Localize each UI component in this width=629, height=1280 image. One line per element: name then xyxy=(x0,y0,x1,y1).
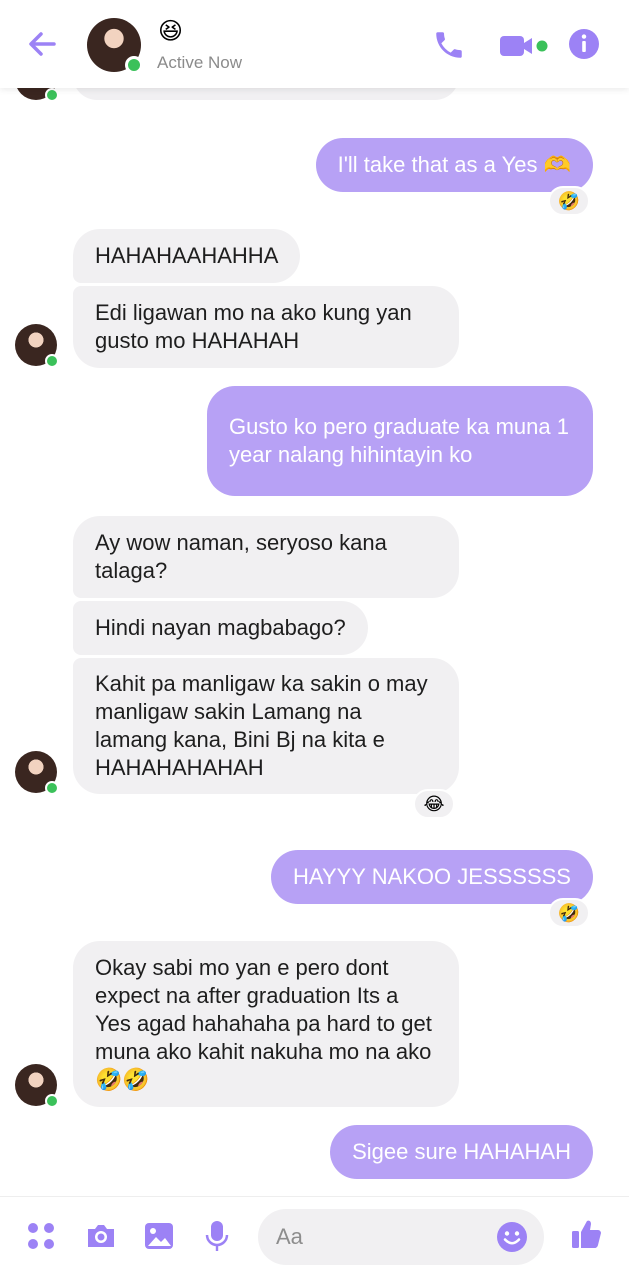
contact-avatar-small xyxy=(15,1064,59,1108)
contact-avatar-small xyxy=(15,324,59,368)
online-indicator xyxy=(45,354,59,368)
reaction-badge[interactable]: 😂 xyxy=(413,789,455,819)
message-bubble-outgoing[interactable]: Gusto ko pero graduate ka muna 1 year na… xyxy=(207,386,593,496)
status-emoji: 😆 xyxy=(158,18,184,45)
message-text: Edi ligawan mo na ako kung yan gusto mo … xyxy=(95,300,412,353)
contact-avatar-small xyxy=(15,88,59,102)
video-call-icon[interactable] xyxy=(498,32,550,60)
message-bubble-outgoing[interactable]: I'll take that as a Yes 🫶 xyxy=(315,138,593,192)
message-text: Ay wow naman, seryoso kana talaga? xyxy=(95,530,387,583)
back-arrow-icon[interactable] xyxy=(24,26,60,62)
message-bubble-outgoing[interactable]: HAYYY NAKOO JESSSSSS xyxy=(271,850,593,904)
thumbs-up-icon[interactable] xyxy=(570,1217,604,1251)
message-bubble-cutoff xyxy=(73,88,459,100)
online-indicator xyxy=(45,1094,59,1108)
message-bubble-outgoing[interactable]: Sigee sure HAHAHAH xyxy=(330,1125,593,1179)
message-text: HAYYY NAKOO JESSSSSS xyxy=(293,864,571,889)
message-text: Okay sabi mo yan e pero dont expect na a… xyxy=(95,955,432,1092)
message-composer: Aa xyxy=(0,1196,629,1280)
chat-header: 😆 Active Now xyxy=(0,0,629,88)
message-input-placeholder: Aa xyxy=(276,1224,303,1249)
message-bubble-incoming[interactable]: Kahit pa manligaw ka sakin o may manliga… xyxy=(73,658,459,794)
active-status: Active Now xyxy=(157,53,243,72)
contact-avatar[interactable] xyxy=(87,18,143,74)
message-text: Sigee sure HAHAHAH xyxy=(352,1139,571,1164)
message-bubble-incoming[interactable]: Okay sabi mo yan e pero dont expect na a… xyxy=(73,941,459,1107)
camera-icon[interactable] xyxy=(84,1219,118,1253)
gallery-icon[interactable] xyxy=(142,1219,176,1253)
message-text: Kahit pa manligaw ka sakin o may manliga… xyxy=(95,671,428,780)
emoji-icon[interactable] xyxy=(496,1221,528,1253)
message-bubble-incoming[interactable]: Ay wow naman, seryoso kana talaga? xyxy=(73,516,459,598)
reaction-badge[interactable]: 🤣 xyxy=(548,186,590,216)
apps-menu-icon[interactable] xyxy=(24,1219,58,1253)
message-text: Hindi nayan magbabago? xyxy=(95,615,346,640)
message-text: Gusto ko pero graduate ka muna 1 year na… xyxy=(229,414,569,467)
contact-avatar-small xyxy=(15,751,59,795)
message-bubble-incoming[interactable]: HAHAHAAHAHHA xyxy=(73,229,301,283)
message-list[interactable]: I'll take that as a Yes 🫶 🤣 HAHAHAAHAHHA… xyxy=(0,88,629,1196)
online-indicator xyxy=(45,781,59,795)
reaction-badge[interactable]: 🤣 xyxy=(548,898,590,928)
message-input[interactable]: Aa xyxy=(258,1209,544,1265)
phone-icon[interactable] xyxy=(432,28,466,62)
message-text: I'll take that as a Yes 🫶 xyxy=(337,152,571,177)
message-bubble-incoming[interactable]: Edi ligawan mo na ako kung yan gusto mo … xyxy=(73,286,459,368)
microphone-icon[interactable] xyxy=(200,1219,234,1253)
message-bubble-incoming[interactable]: Hindi nayan magbabago? xyxy=(73,601,368,655)
message-text: HAHAHAAHAHHA xyxy=(95,243,279,268)
online-indicator xyxy=(125,56,143,74)
info-icon[interactable] xyxy=(568,28,600,60)
